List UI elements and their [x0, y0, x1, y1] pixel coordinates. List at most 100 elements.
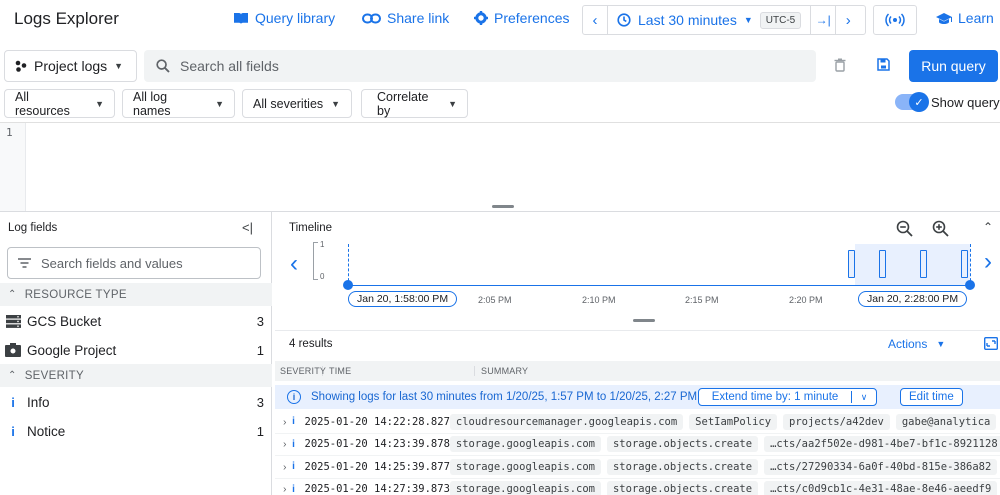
expand-row-icon[interactable]: ›	[275, 416, 287, 428]
extend-time-dropdown[interactable]: ∨	[852, 392, 876, 403]
zoom-in-button[interactable]	[932, 220, 949, 240]
stream-icon	[885, 13, 905, 27]
share-link[interactable]: Share link	[362, 10, 449, 26]
collapse-timeline-button[interactable]: ⌃	[983, 220, 993, 234]
show-query-toggle[interactable]: ✓	[895, 92, 929, 112]
jump-to-end-icon: →|	[815, 13, 831, 27]
extend-time-split-button: Extend time by: 1 minute ∨	[698, 388, 877, 406]
selected-range[interactable]	[855, 244, 970, 286]
query-library-label: Query library	[255, 10, 336, 26]
time-column-header[interactable]: TIME	[323, 366, 475, 376]
results-panel: 4 results Actions ▼ SEVERITY TIME SUMMAR…	[275, 330, 1000, 495]
chevron-left-icon: ‹	[592, 11, 598, 29]
timeline-title: Timeline	[289, 222, 333, 234]
correlate-by-filter[interactable]: Correlate by ▼	[361, 89, 468, 118]
field-info[interactable]: i Info 3	[0, 388, 272, 416]
log-chip[interactable]: …cts/aa2f502e-d981-4be7-bf1c-8921128	[764, 436, 1000, 453]
log-time: 2025-01-20 14:25:39.877	[304, 460, 450, 473]
info-icon: i	[292, 461, 295, 473]
timeline-bar[interactable]	[920, 250, 927, 278]
timeline-resize-handle[interactable]	[633, 319, 655, 322]
search-fields-input[interactable]: Search fields and values	[7, 247, 261, 279]
edit-time-button[interactable]: Edit time	[900, 388, 963, 406]
field-gcs-bucket[interactable]: GCS Bucket 3	[0, 307, 272, 335]
zoom-out-button[interactable]	[896, 220, 913, 240]
search-all-fields[interactable]: Search all fields	[144, 50, 816, 82]
field-google-project[interactable]: Google Project 1	[0, 336, 272, 364]
editor-resize-handle[interactable]	[492, 205, 514, 208]
severity-column-header[interactable]: SEVERITY	[275, 366, 326, 376]
learn-link[interactable]: Learn	[936, 10, 994, 26]
editor-gutter: 1	[0, 123, 26, 211]
range-start-label[interactable]: Jan 20, 1:58:00 PM	[348, 291, 458, 307]
expand-row-icon[interactable]: ›	[275, 483, 287, 495]
correlate-label: Correlate by	[377, 89, 429, 118]
preferences-link[interactable]: Preferences	[474, 10, 569, 26]
field-notice[interactable]: i Notice 1	[0, 417, 272, 445]
extend-time-button[interactable]: Extend time by: 1 minute	[699, 391, 852, 403]
table-row[interactable]: › i 2025-01-20 14:25:39.877 storage.goog…	[275, 456, 1000, 479]
chevron-left-icon: ‹	[290, 250, 298, 277]
table-row[interactable]: › i 2025-01-20 14:27:39.873 storage.goog…	[275, 479, 1000, 495]
expand-results-button[interactable]	[983, 336, 999, 353]
range-end-handle[interactable]	[965, 280, 975, 290]
section-severity[interactable]: ⌃ SEVERITY	[0, 364, 272, 387]
y-min-label: 0	[320, 272, 325, 281]
expand-row-icon[interactable]: ›	[275, 461, 287, 473]
query-editor[interactable]: 1	[0, 122, 1000, 212]
log-chip[interactable]: storage.objects.create	[606, 481, 759, 495]
timeline-bar[interactable]	[848, 250, 855, 278]
expand-row-icon[interactable]: ›	[275, 438, 287, 450]
log-chip[interactable]: …cts/c0d9cb1c-4e31-48ae-8e46-aeedf9	[764, 481, 998, 495]
log-chip[interactable]: cloudresourcemanager.googleapis.com	[449, 413, 684, 430]
page-title: Logs Explorer	[14, 9, 119, 28]
chevron-right-icon: ›	[845, 11, 851, 29]
log-chip[interactable]: storage.objects.create	[606, 458, 759, 475]
table-row[interactable]: › i 2025-01-20 14:22:28.827 cloudresourc…	[275, 411, 1000, 434]
scope-label: Project logs	[34, 58, 108, 74]
zoom-out-icon	[896, 220, 913, 240]
clear-query-button[interactable]	[834, 58, 846, 75]
section-resource-type[interactable]: ⌃ RESOURCE TYPE	[0, 283, 272, 306]
range-start-handle[interactable]	[343, 280, 353, 290]
log-fields-title: Log fields	[8, 222, 58, 234]
jump-to-now-button[interactable]: →|	[811, 6, 835, 34]
log-chip[interactable]: SetIamPolicy	[689, 413, 778, 430]
time-next-button[interactable]: ›	[836, 6, 860, 34]
log-chip[interactable]: storage.googleapis.com	[449, 436, 601, 453]
timeline-bar[interactable]	[961, 250, 968, 278]
log-chip[interactable]: storage.objects.create	[606, 436, 759, 453]
all-log-names-filter[interactable]: All log names ▼	[122, 89, 235, 118]
chevron-up-icon: ⌃	[983, 220, 994, 234]
query-library-link[interactable]: Query library	[233, 10, 335, 26]
info-icon: i	[292, 416, 295, 428]
field-label: Notice	[27, 423, 66, 439]
log-chip[interactable]: storage.googleapis.com	[449, 481, 601, 495]
range-end-label[interactable]: Jan 20, 2:28:00 PM	[858, 291, 968, 307]
link-icon	[362, 13, 381, 24]
collapse-panel-button[interactable]: <|	[242, 220, 253, 235]
time-range-dropdown[interactable]: Last 30 minutes ▼ UTC-5	[608, 11, 810, 29]
all-severities-filter[interactable]: All severities ▼	[242, 89, 352, 118]
timeline-panel: Timeline ⌃ ‹ › 1 0 Jan 20, 1:58:00 PM Ja…	[275, 212, 1000, 330]
timezone-badge: UTC-5	[759, 11, 802, 29]
actions-menu[interactable]: Actions ▼	[888, 337, 945, 351]
log-chip[interactable]: gabe@analytica	[895, 413, 997, 430]
run-query-button[interactable]: Run query	[909, 50, 998, 82]
save-query-button[interactable]	[877, 58, 890, 74]
log-chip[interactable]: …cts/27290334-6a0f-40bd-815e-386a82	[764, 458, 998, 475]
all-resources-filter[interactable]: All resources ▼	[4, 89, 115, 118]
timeline-bar[interactable]	[879, 250, 886, 278]
log-chip[interactable]: storage.googleapis.com	[449, 458, 601, 475]
stream-logs-button[interactable]	[873, 5, 917, 35]
log-chip[interactable]: projects/a42dev	[783, 413, 890, 430]
table-row[interactable]: › i 2025-01-20 14:23:39.878 storage.goog…	[275, 434, 1000, 456]
summary-column-header[interactable]: SUMMARY	[475, 366, 528, 376]
timeline-next-button[interactable]: ›	[984, 250, 992, 274]
info-icon: i	[287, 390, 301, 404]
time-prev-button[interactable]: ‹	[583, 6, 607, 34]
storage-bucket-icon	[5, 314, 21, 328]
timeline-prev-button[interactable]: ‹	[290, 252, 298, 276]
project-logs-scope-select[interactable]: Project logs ▼	[4, 50, 137, 82]
caret-down-icon: ▼	[95, 98, 104, 109]
